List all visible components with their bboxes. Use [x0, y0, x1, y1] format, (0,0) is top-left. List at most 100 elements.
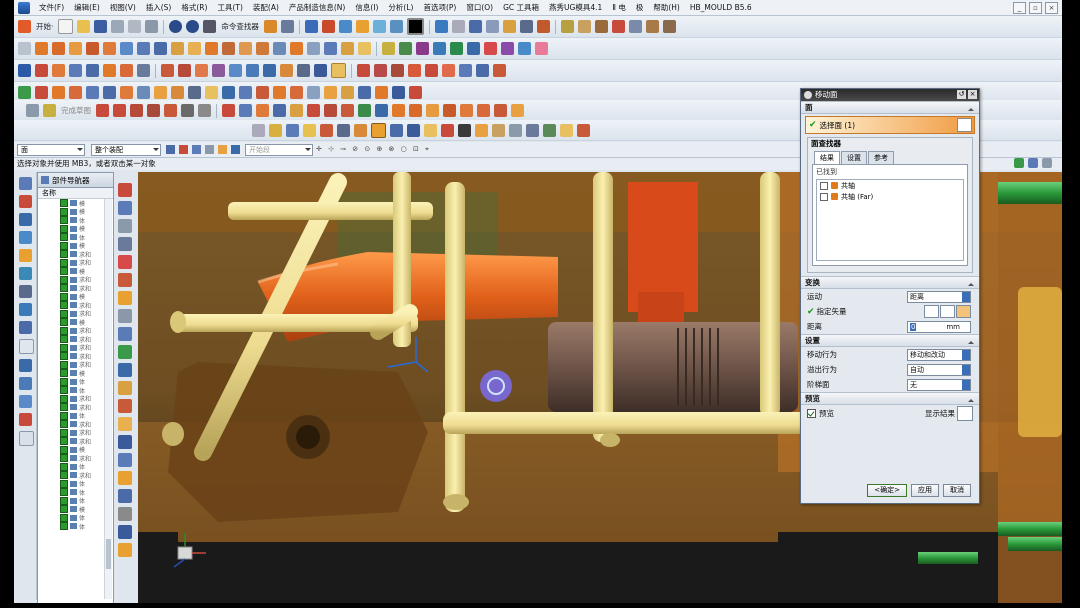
visibility-checkbox[interactable]: [60, 471, 68, 480]
feature-row[interactable]: 模: [38, 267, 113, 276]
workpiece-icon[interactable]: [303, 123, 316, 137]
taper-icon[interactable]: [118, 417, 132, 431]
menu-analysis[interactable]: 分析(L): [383, 2, 418, 13]
revolve-icon[interactable]: [52, 42, 65, 55]
reverse-vector-icon[interactable]: [924, 305, 939, 318]
sync-modeling-icon[interactable]: [382, 42, 395, 55]
bridge-curve-icon[interactable]: [229, 64, 242, 77]
pull-face-icon[interactable]: [433, 42, 446, 55]
name-column-header[interactable]: 名称: [38, 188, 113, 199]
roles-palette-icon[interactable]: [19, 377, 32, 390]
feature-row[interactable]: 模: [38, 224, 113, 233]
trim-sketch-icon[interactable]: [307, 104, 320, 117]
show-result-icon[interactable]: [957, 406, 973, 421]
visibility-checkbox[interactable]: [60, 496, 68, 505]
visibility-checkbox[interactable]: [60, 343, 68, 352]
extension-icon[interactable]: [459, 64, 472, 77]
scrollbar-thumb[interactable]: [106, 539, 111, 569]
shell-icon[interactable]: [205, 42, 218, 55]
preview-section-header[interactable]: 预览: [801, 392, 979, 405]
offset-icon[interactable]: [118, 399, 132, 413]
sketch-task-icon[interactable]: [26, 104, 39, 117]
mirror-icon[interactable]: [324, 42, 337, 55]
cancel-button[interactable]: 取消: [943, 484, 971, 497]
sketch-project-icon[interactable]: [256, 86, 269, 99]
menu-edit[interactable]: 编辑(E): [69, 2, 105, 13]
deselect-icon[interactable]: [192, 145, 201, 154]
split-body-icon[interactable]: [256, 42, 269, 55]
feature-row[interactable]: 体: [38, 216, 113, 225]
resize-icon[interactable]: [416, 42, 429, 55]
sketch-line-icon[interactable]: [35, 86, 48, 99]
command-finder-button[interactable]: 命令查找器: [221, 21, 259, 32]
standard-part-icon[interactable]: [407, 123, 420, 137]
edge-blend-icon[interactable]: [171, 42, 184, 55]
mirror-sketch-icon[interactable]: [290, 104, 303, 117]
zoom-icon[interactable]: [321, 20, 335, 33]
sketch-relation-icon[interactable]: [341, 86, 354, 99]
geom-constraint-icon[interactable]: [375, 104, 388, 117]
history-palette-icon[interactable]: [19, 285, 32, 298]
cooling-icon[interactable]: [509, 123, 522, 137]
menu-gc-toolbox[interactable]: GC 工具箱: [498, 2, 544, 13]
sketch-fillet-icon[interactable]: [86, 86, 99, 99]
tube-icon[interactable]: [118, 273, 132, 287]
offset-curve-icon[interactable]: [161, 64, 174, 77]
angular-dim-icon[interactable]: [518, 42, 531, 55]
ellipse-icon[interactable]: [103, 64, 116, 77]
intersect-icon[interactable]: [154, 42, 167, 55]
mold-tools-palette-icon[interactable]: [19, 413, 32, 426]
visibility-checkbox[interactable]: [60, 207, 68, 216]
restore-icon[interactable]: ▫: [1029, 2, 1042, 14]
red-cube-icon[interactable]: [118, 183, 132, 197]
visibility-checkbox[interactable]: [60, 505, 68, 514]
family-mold-icon[interactable]: [337, 123, 350, 137]
offset-face-icon[interactable]: [273, 42, 286, 55]
menu-view[interactable]: 视图(V): [105, 2, 141, 13]
clock-icon[interactable]: [19, 339, 34, 354]
pocket-icon[interactable]: [103, 42, 116, 55]
mold-init-icon[interactable]: [252, 123, 265, 137]
snap-point-icons[interactable]: ✛ ⊹ ⊸ ⊘ ⊙ ⊕ ⊗ ○ ⊡ ⌖: [316, 145, 431, 154]
visibility-checkbox[interactable]: [60, 445, 68, 454]
menu-file[interactable]: 文件(F): [34, 2, 69, 13]
polygon-icon[interactable]: [86, 64, 99, 77]
feature-row[interactable]: 模: [38, 445, 113, 454]
constraint-icon[interactable]: [485, 20, 499, 33]
select-face-rule-icon[interactable]: [231, 145, 240, 154]
visibility-checkbox[interactable]: [60, 275, 68, 284]
feature-row[interactable]: 模: [38, 199, 113, 208]
move-face-icon[interactable]: [358, 42, 371, 55]
feature-row[interactable]: 模: [38, 241, 113, 250]
visibility-checkbox[interactable]: [60, 377, 68, 386]
sketch-trim-icon[interactable]: [171, 86, 184, 99]
found-item-checkbox[interactable]: [820, 181, 828, 190]
feature-row[interactable]: 体: [38, 513, 113, 522]
boss-icon[interactable]: [86, 42, 99, 55]
cone-icon[interactable]: [118, 237, 132, 251]
delete-face-icon[interactable]: [399, 42, 412, 55]
moldbase-icon[interactable]: [390, 123, 403, 137]
system-material-icon[interactable]: [19, 303, 32, 316]
menu-info[interactable]: 信息(I): [350, 2, 383, 13]
assembly-scope-dropdown[interactable]: 整个装配: [91, 143, 161, 156]
visibility-checkbox[interactable]: [60, 522, 68, 531]
dimension-sketch-icon[interactable]: [358, 104, 371, 117]
create-inferred-icon[interactable]: [477, 104, 490, 117]
n-sided-icon[interactable]: [374, 64, 387, 77]
visibility-checkbox[interactable]: [60, 352, 68, 361]
rectangle-icon[interactable]: [69, 64, 82, 77]
select-filter-icon[interactable]: [166, 145, 175, 154]
feature-row[interactable]: 模: [38, 318, 113, 327]
feature-row[interactable]: 模: [38, 369, 113, 378]
visibility-checkbox[interactable]: [60, 386, 68, 395]
feature-row[interactable]: 体: [38, 496, 113, 505]
feature-row[interactable]: 求和: [38, 420, 113, 429]
feature-row[interactable]: 模: [38, 292, 113, 301]
line-sketch-icon[interactable]: [113, 104, 126, 117]
unite-icon[interactable]: [120, 42, 133, 55]
text-icon[interactable]: [137, 64, 150, 77]
sketch-derive-icon[interactable]: [290, 86, 303, 99]
poly-sketch-icon[interactable]: [198, 104, 211, 117]
menu-pole[interactable]: 极: [631, 2, 649, 13]
